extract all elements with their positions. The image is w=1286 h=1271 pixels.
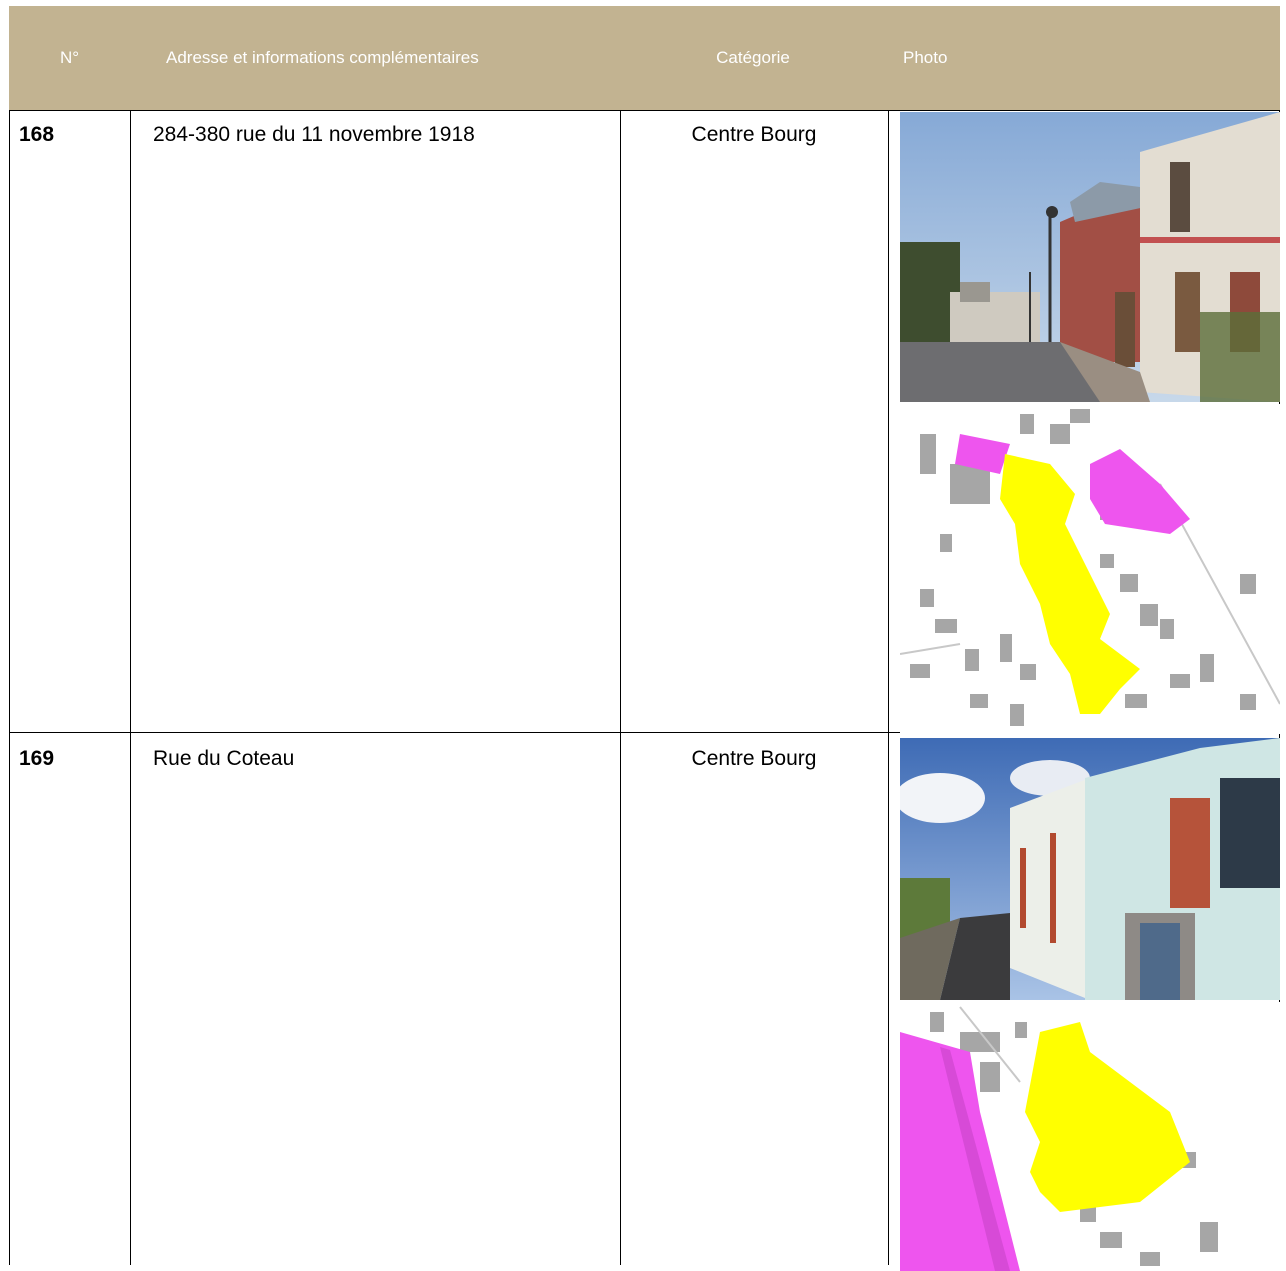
street-photo — [900, 112, 1280, 402]
row-address: 284-380 rue du 11 novembre 1918 — [153, 123, 475, 146]
row-number: 169 — [19, 747, 55, 770]
row-category: Centre Bourg — [691, 747, 817, 770]
cadastral-map — [900, 1002, 1280, 1271]
header-number: N° — [59, 48, 80, 67]
header-category: Catégorie — [716, 48, 790, 67]
cadastral-map — [900, 404, 1280, 734]
row-category: Centre Bourg — [691, 123, 817, 146]
header-photo: Photo — [903, 48, 948, 67]
table-header: N° Adresse et informations complémentair… — [9, 6, 1280, 110]
street-photo — [900, 738, 1280, 1000]
row-address: Rue du Coteau — [153, 747, 295, 770]
header-address: Adresse et informations complémentaires — [166, 48, 479, 67]
row-number: 168 — [19, 123, 55, 146]
